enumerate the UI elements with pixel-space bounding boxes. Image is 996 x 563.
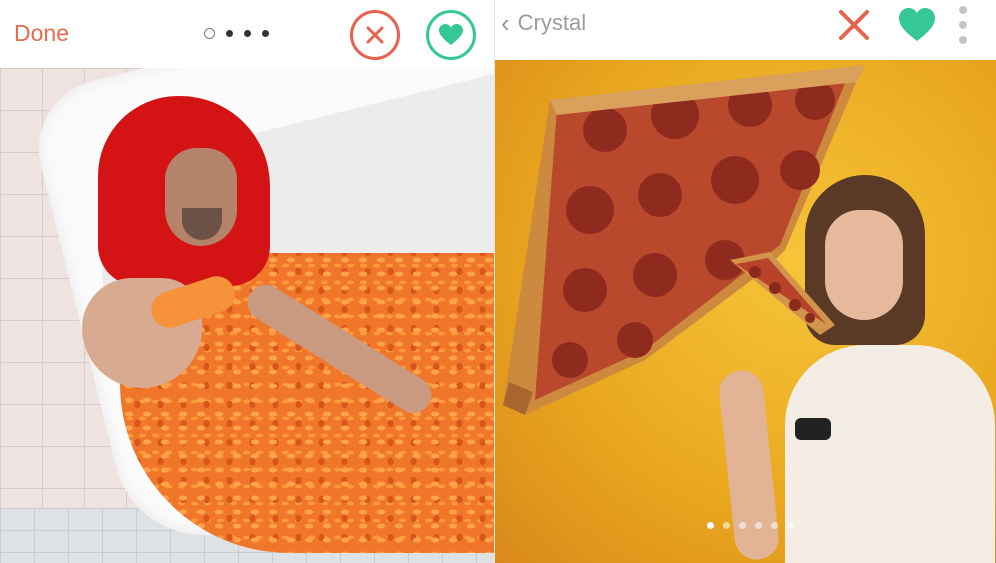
heart-icon xyxy=(439,24,463,45)
photo-dot[interactable] xyxy=(723,522,730,529)
profile-name: Crystal xyxy=(517,10,587,35)
kebab-dot xyxy=(959,36,967,44)
close-icon[interactable] xyxy=(835,6,873,44)
page-dot xyxy=(204,28,215,39)
kebab-dot xyxy=(959,6,967,14)
more-vertical-icon[interactable] xyxy=(959,6,969,44)
right-profile-panel: ‹ Crystal xyxy=(494,0,996,563)
kebab-dot xyxy=(959,21,967,29)
chevron-left-icon: ‹ xyxy=(501,8,510,38)
done-button[interactable]: Done xyxy=(14,20,69,47)
photo-indicator xyxy=(707,522,794,529)
photo-dot[interactable] xyxy=(707,522,714,529)
photo-dot[interactable] xyxy=(739,522,746,529)
photo-dot[interactable] xyxy=(771,522,778,529)
left-header: Done xyxy=(0,0,494,68)
back-button[interactable]: ‹ Crystal xyxy=(501,10,586,36)
close-icon xyxy=(366,26,384,44)
page-indicator xyxy=(204,28,269,39)
heart-icon[interactable] xyxy=(897,6,937,44)
profile-photo-pizza[interactable] xyxy=(495,60,996,563)
nope-button[interactable] xyxy=(350,10,400,60)
right-header: ‹ Crystal xyxy=(495,0,996,52)
profile-photo-bathtub[interactable] xyxy=(0,68,494,563)
wristwatch xyxy=(795,418,831,440)
page-dot xyxy=(262,30,269,37)
page-dot xyxy=(226,30,233,37)
photo-dot[interactable] xyxy=(755,522,762,529)
small-pizza-slice xyxy=(730,252,835,335)
page-dot xyxy=(244,30,251,37)
photo-dot[interactable] xyxy=(787,522,794,529)
woman-white-top xyxy=(785,345,995,563)
like-button[interactable] xyxy=(426,10,476,60)
left-profile-panel: Done xyxy=(0,0,494,563)
